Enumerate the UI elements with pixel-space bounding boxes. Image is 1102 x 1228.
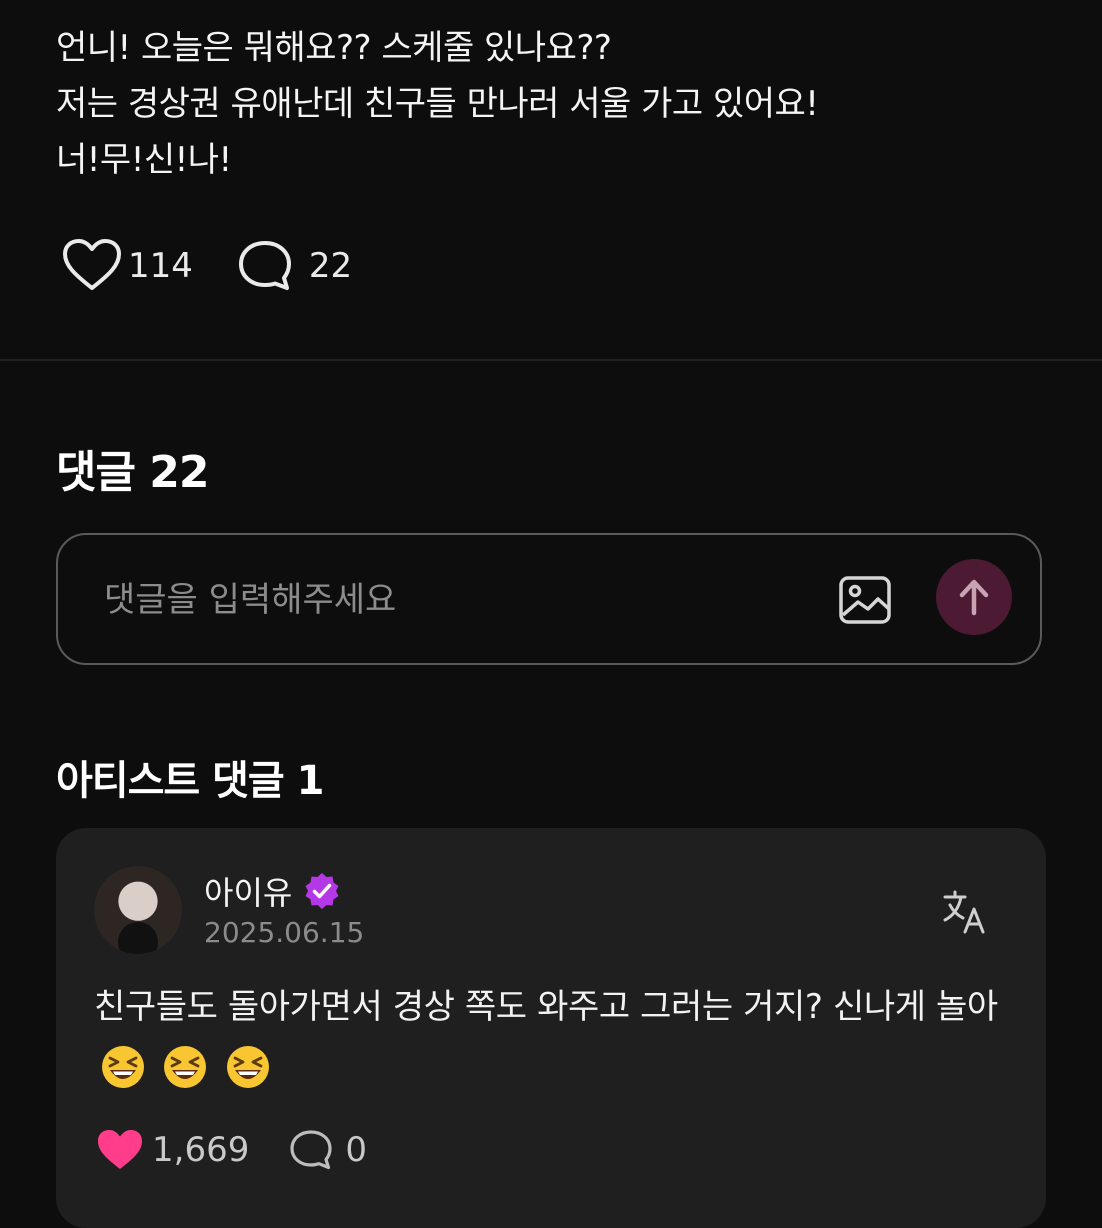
attach-image-button[interactable]: [838, 575, 892, 625]
translate-button[interactable]: [941, 888, 989, 936]
post-comment-count: 22: [308, 246, 353, 286]
speech-bubble-icon: [238, 241, 291, 290]
comment-like-count: 1,669: [152, 1130, 250, 1170]
comment-input-box: [56, 533, 1042, 665]
send-button[interactable]: [936, 559, 1012, 635]
artist-comment-card: 아이유 2025.06.15 친구들도 돌아가면서 경상 쪽도 와주고 그러는 …: [56, 828, 1046, 1228]
translate-icon: [943, 890, 985, 934]
image-icon: [839, 576, 891, 624]
post-line: 언니! 오늘은 뭐해요?? 스케줄 있나요??: [56, 28, 612, 68]
post-like-count: 114: [128, 246, 193, 286]
author-row: 아이유: [204, 868, 342, 914]
comment-input[interactable]: [102, 569, 806, 631]
comment-text: 친구들도 돌아가면서 경상 쪽도 와주고 그러는 거지? 신나게 놀아: [94, 987, 998, 1027]
artist-comments-title: 아티스트 댓글 1: [56, 758, 324, 804]
grinning-squinting-face-icon: [102, 1045, 144, 1088]
heart-outline-icon: [63, 239, 121, 290]
comment-actions: 1,669 0: [96, 1128, 367, 1172]
comments-title: 댓글 22: [56, 447, 210, 498]
section-divider: [0, 359, 1102, 361]
post-like-button[interactable]: 114: [62, 238, 193, 294]
comment-date: 2025.06.15: [204, 916, 365, 949]
grinning-squinting-face-icon: [226, 1045, 269, 1088]
comment-reply-count: 0: [345, 1130, 367, 1170]
comment-reply-button[interactable]: 0: [289, 1128, 367, 1172]
heart-filled-icon: [98, 1130, 142, 1169]
grinning-squinting-face-icon: [164, 1045, 207, 1088]
author-name[interactable]: 아이유: [204, 868, 292, 914]
post-body: 언니! 오늘은 뭐해요?? 스케줄 있나요?? 저는 경상권 유애난데 친구들 …: [56, 20, 1056, 188]
post-comment-button[interactable]: 22: [237, 238, 352, 294]
verified-badge-icon: [305, 873, 339, 909]
post-line: 너!무!신!나!: [56, 140, 232, 180]
comment-body: 친구들도 돌아가면서 경상 쪽도 와주고 그러는 거지? 신나게 놀아: [94, 978, 1024, 1094]
post-line: 저는 경상권 유애난데 친구들 만나러 서울 가고 있어요!: [56, 84, 819, 124]
avatar[interactable]: [94, 866, 182, 954]
comment-like-button[interactable]: 1,669: [96, 1128, 249, 1172]
arrow-up-icon: [959, 579, 989, 616]
post-actions: 114 22: [62, 238, 352, 294]
speech-bubble-icon: [290, 1130, 332, 1170]
